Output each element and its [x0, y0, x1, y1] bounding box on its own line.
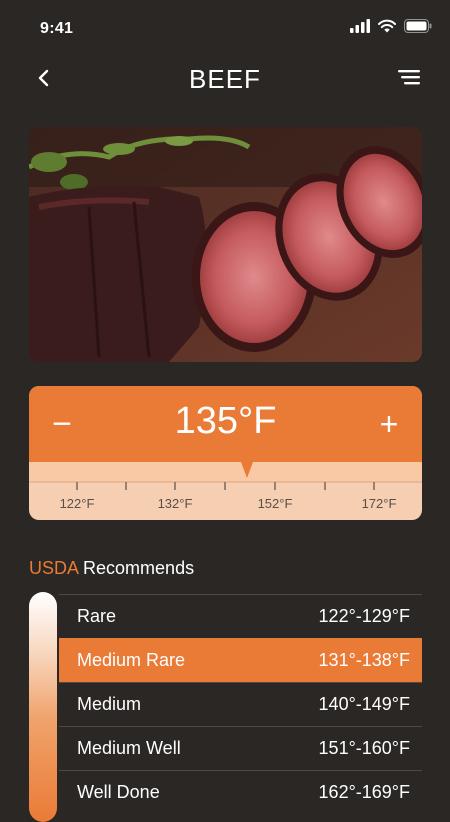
beef-image — [29, 127, 422, 362]
level-name: Medium Rare — [77, 650, 186, 670]
level-range: 151°-160°F — [318, 738, 410, 758]
temperature-ruler[interactable]: 122°F 132°F 152°F 172°F — [29, 462, 422, 520]
level-name: Medium Well — [77, 738, 181, 758]
nav-bar: BEEF — [0, 56, 450, 104]
list-item-selected[interactable]: Medium Rare 131°-138°F — [59, 638, 422, 682]
increase-temp-button[interactable]: + — [374, 406, 404, 442]
tick-label: 152°F — [257, 496, 293, 511]
status-time: 9:41 — [40, 20, 74, 37]
menu-button[interactable] — [396, 66, 422, 88]
status-bar: 9:41 — [0, 0, 450, 56]
menu-icon — [398, 70, 420, 85]
temperature-card: − 135°F + 122°F 132°F 152°F 172°F — [29, 386, 422, 520]
list-item[interactable]: Well Done 162°-169°F — [59, 770, 422, 814]
doneness-list: Rare 122°-129°F Medium Rare 131°-138°F M… — [59, 594, 422, 814]
temperature-header: − 135°F + — [29, 386, 422, 462]
section-title-text: Recommends — [78, 558, 195, 578]
ruler-ticks — [29, 462, 422, 490]
level-name: Rare — [77, 606, 117, 626]
status-icons — [350, 19, 432, 33]
signal-icon — [350, 19, 370, 33]
level-range: 131°-138°F — [318, 650, 410, 670]
list-item[interactable]: Medium 140°-149°F — [59, 682, 422, 726]
level-name: Medium — [77, 694, 142, 714]
doneness-gradient — [29, 592, 57, 822]
temperature-value: 135°F — [174, 400, 277, 442]
section-title: USDA Recommends — [29, 558, 194, 579]
wifi-icon — [378, 19, 396, 33]
section-title-accent: USDA — [29, 558, 79, 578]
tick-label: 122°F — [59, 496, 95, 511]
level-range: 140°-149°F — [318, 694, 410, 714]
battery-icon — [404, 19, 432, 33]
level-range: 122°-129°F — [318, 606, 410, 626]
tick-label: 172°F — [361, 496, 397, 511]
tick-label: 132°F — [157, 496, 193, 511]
page-title: BEEF — [189, 64, 261, 94]
list-item[interactable]: Rare 122°-129°F — [59, 594, 422, 638]
list-item[interactable]: Medium Well 151°-160°F — [59, 726, 422, 770]
